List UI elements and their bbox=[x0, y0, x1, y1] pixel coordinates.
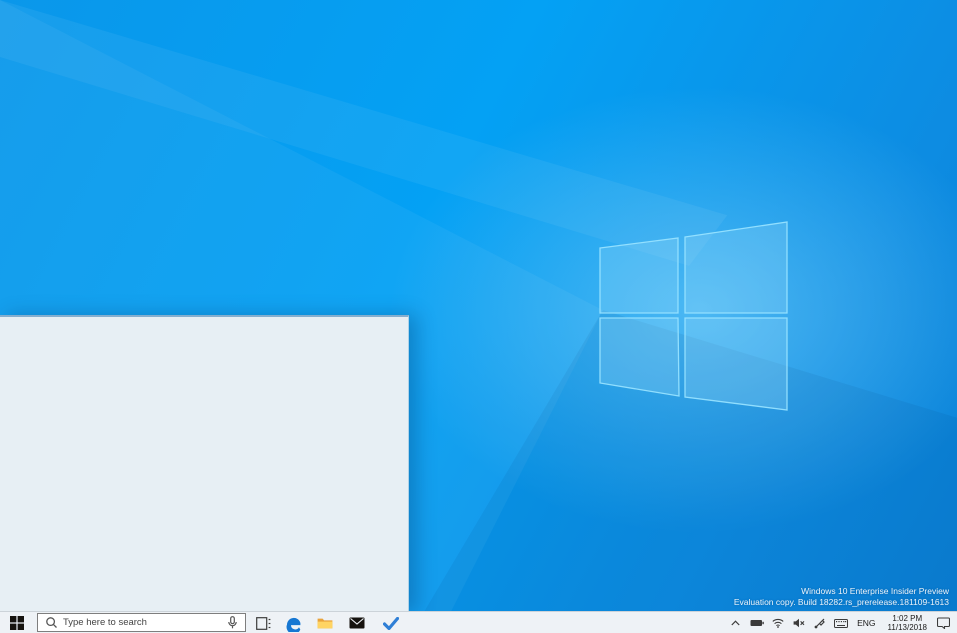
to-do-button[interactable] bbox=[378, 612, 404, 633]
search-input[interactable] bbox=[63, 617, 228, 628]
edge-icon bbox=[286, 617, 300, 632]
battery-icon bbox=[750, 620, 764, 626]
file-explorer-button[interactable] bbox=[312, 612, 338, 633]
volume-button[interactable] bbox=[789, 612, 808, 633]
start-menu: # 3D Viewer A Alarms & Clock C Calculato… bbox=[0, 315, 409, 613]
microphone-icon[interactable] bbox=[228, 616, 237, 629]
file-explorer-icon bbox=[317, 618, 333, 628]
start-button[interactable] bbox=[0, 612, 34, 633]
network-status-button[interactable] bbox=[768, 612, 787, 633]
usb-device-button[interactable] bbox=[810, 612, 829, 633]
clock-time: 1:02 PM bbox=[892, 614, 923, 623]
speaker-muted-icon bbox=[793, 618, 805, 628]
watermark-line2: Evaluation copy. Build 18282.rs_prerelea… bbox=[733, 597, 949, 607]
taskbar-search[interactable] bbox=[37, 613, 246, 632]
task-view-icon bbox=[255, 616, 270, 630]
watermark-line1: Windows 10 Enterprise Insider Preview bbox=[801, 586, 949, 596]
action-center-button[interactable] bbox=[934, 612, 953, 633]
chevron-up-icon bbox=[731, 620, 740, 626]
notification-bubble-icon bbox=[937, 617, 950, 629]
taskbar: ENG 1:02 PM 11/13/2018 bbox=[0, 611, 957, 633]
touch-keyboard-button[interactable] bbox=[831, 612, 850, 633]
battery-status-button[interactable] bbox=[747, 612, 766, 633]
mail-icon bbox=[349, 617, 365, 629]
windows-start-icon bbox=[10, 616, 24, 630]
edge-button[interactable] bbox=[280, 612, 306, 633]
clock-date: 11/13/2018 bbox=[887, 623, 927, 632]
language-indicator[interactable]: ENG bbox=[852, 618, 880, 628]
mail-button[interactable] bbox=[344, 612, 370, 633]
to-do-check-icon bbox=[383, 616, 399, 630]
wifi-icon bbox=[772, 619, 784, 628]
keyboard-icon bbox=[833, 618, 848, 628]
usb-icon bbox=[814, 618, 825, 628]
show-hidden-icons-button[interactable] bbox=[726, 612, 745, 633]
desktop: Windows 10 Enterprise Insider Preview Ev… bbox=[0, 0, 957, 633]
system-tray: ENG 1:02 PM 11/13/2018 bbox=[726, 612, 957, 633]
windows-wallpaper-logo-icon bbox=[599, 221, 788, 411]
search-icon bbox=[46, 617, 57, 628]
task-view-button[interactable] bbox=[250, 612, 276, 633]
evaluation-watermark: Windows 10 Enterprise Insider Preview Ev… bbox=[734, 586, 949, 608]
clock[interactable]: 1:02 PM 11/13/2018 bbox=[883, 614, 932, 632]
